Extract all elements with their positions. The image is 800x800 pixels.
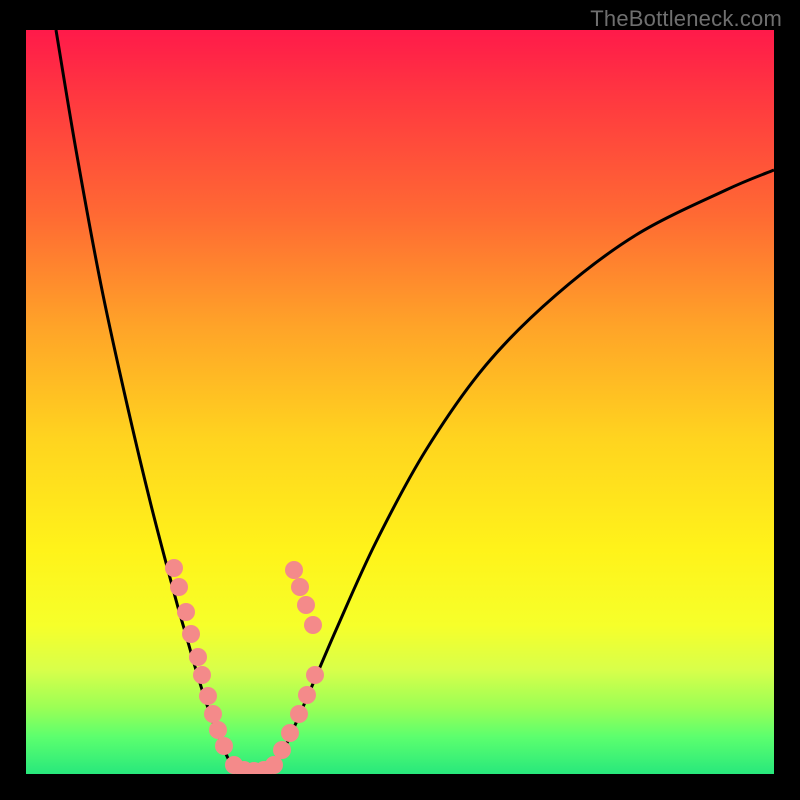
curve-left-curve xyxy=(56,30,234,770)
marker-dot xyxy=(189,648,207,666)
chart-area xyxy=(26,30,774,774)
marker-dot xyxy=(215,737,233,755)
marker-dot xyxy=(204,705,222,723)
marker-dot xyxy=(290,705,308,723)
marker-dot xyxy=(298,686,316,704)
marker-dot xyxy=(285,561,303,579)
marker-dot xyxy=(297,596,315,614)
curve-group xyxy=(56,30,774,773)
marker-dot xyxy=(170,578,188,596)
marker-dot xyxy=(209,721,227,739)
marker-group xyxy=(165,559,324,774)
marker-dot xyxy=(182,625,200,643)
marker-dot xyxy=(199,687,217,705)
marker-dot xyxy=(281,724,299,742)
marker-dot xyxy=(306,666,324,684)
marker-dot xyxy=(304,616,322,634)
marker-dot xyxy=(193,666,211,684)
marker-dot xyxy=(291,578,309,596)
marker-dot xyxy=(165,559,183,577)
marker-dot xyxy=(273,741,291,759)
marker-dot xyxy=(177,603,195,621)
watermark-text: TheBottleneck.com xyxy=(590,6,782,32)
curve-right-curve xyxy=(272,170,774,770)
chart-svg xyxy=(26,30,774,774)
